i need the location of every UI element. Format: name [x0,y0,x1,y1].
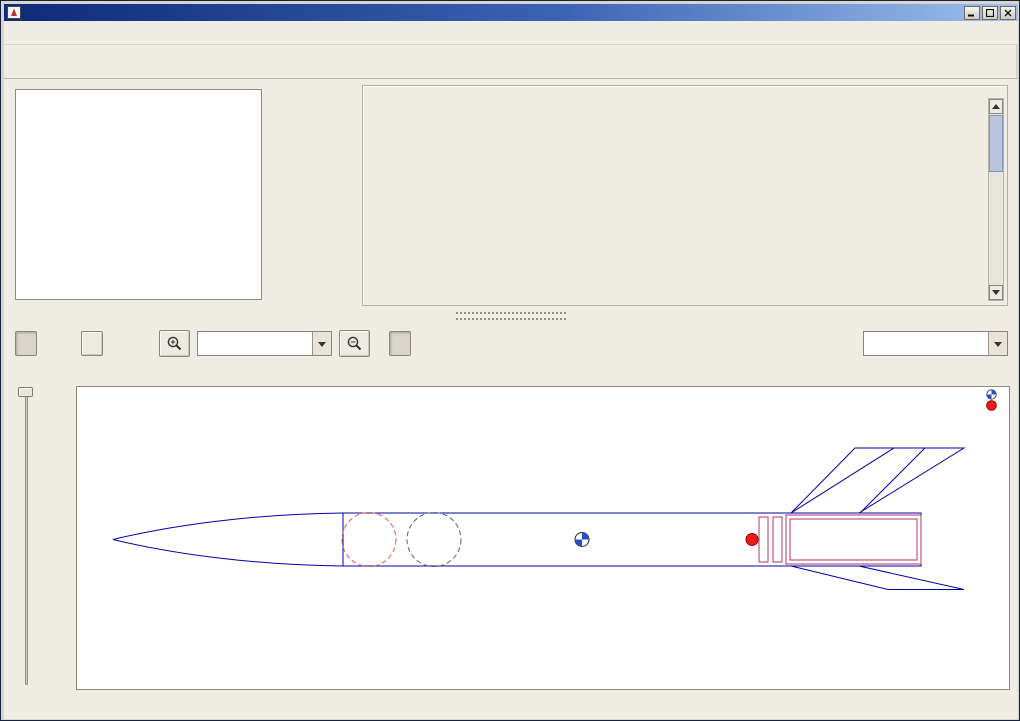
engine-block-outline[interactable] [790,519,917,560]
tab-strip [4,45,1018,79]
component-scrollbar[interactable] [988,98,1004,301]
scrollbar-thumb[interactable] [989,115,1003,172]
back-view-button[interactable] [81,331,103,356]
stability-info [986,389,1005,411]
rotation-slider-track[interactable] [25,389,28,685]
add-component-group [362,85,1008,306]
statusbar [4,691,1018,719]
rotation-slider-handle[interactable] [18,387,33,397]
vertical-ruler [47,386,76,690]
component-tree[interactable] [15,89,262,300]
split-pane-handle[interactable] [456,311,566,323]
zoom-level-select[interactable] [197,331,332,356]
rocket-drawing[interactable] [76,386,1010,690]
centering-ring-outline[interactable] [773,517,782,562]
centering-ring-outline[interactable] [759,517,768,562]
cg-marker [575,533,589,547]
side-view-button[interactable] [15,331,37,356]
magnifier-minus-icon [346,335,363,352]
mass-component-outline[interactable] [407,513,461,567]
zoom-out-button[interactable] [339,330,370,357]
scroll-up-icon[interactable] [989,99,1003,114]
ruler-unit-label [47,365,76,386]
menubar [4,21,1018,45]
scroll-down-icon[interactable] [989,285,1003,300]
inner-tube-outline[interactable] [786,515,921,564]
zoom-in-button[interactable] [159,330,190,357]
fin-outline-lower[interactable] [791,566,964,590]
app-icon [7,6,21,19]
stage-1-toggle[interactable] [389,331,411,356]
openrocket-window [0,0,1020,721]
cp-marker [746,534,758,546]
titlebar[interactable] [4,4,1018,21]
magnifier-plus-icon [166,335,183,352]
chevron-down-icon[interactable] [312,332,331,355]
zoom-level-value [198,332,312,355]
body-tube-outline[interactable] [343,513,921,566]
cg-icon [986,389,997,400]
maximize-button[interactable] [982,6,998,20]
horizontal-ruler [76,365,1010,386]
close-button[interactable] [1000,6,1016,20]
motor-configuration-value [864,332,988,355]
cp-icon [986,400,997,411]
chevron-down-icon[interactable] [988,332,1007,355]
minimize-button[interactable] [964,6,980,20]
fin-outline-upper-2[interactable] [791,448,964,513]
motor-configuration-select[interactable] [863,331,1008,356]
parachute-outline[interactable] [342,513,396,567]
nose-cone-outline[interactable] [113,513,343,566]
fin-outline-upper-1[interactable] [791,448,925,513]
